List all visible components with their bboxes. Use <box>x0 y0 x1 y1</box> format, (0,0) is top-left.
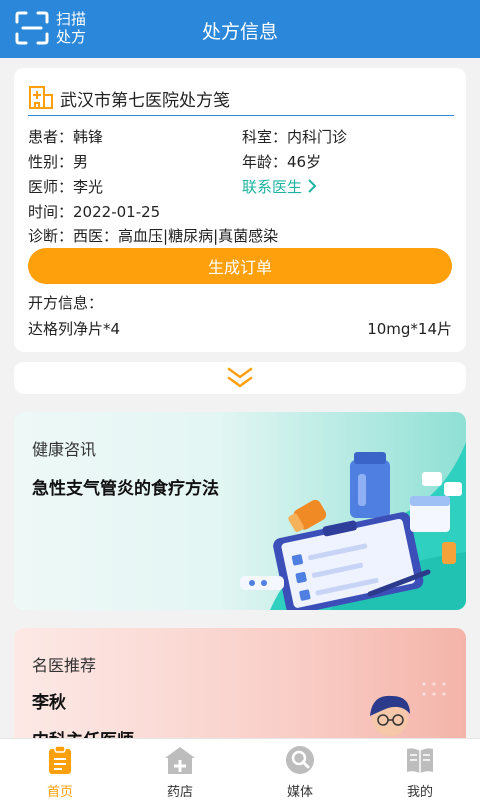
gender-value: 男 <box>73 153 89 171</box>
page-title: 处方信息 <box>201 21 278 43</box>
prescription-card: 武汉市第七医院处方笺 患者：韩锋 科室：内科门诊 性别：男 年龄：46岁 医师：… <box>14 68 466 352</box>
time-label: 时间： <box>28 203 74 221</box>
patient-row: 患者：韩锋 <box>28 126 103 147</box>
doctor-row: 医师：李光 <box>28 176 103 197</box>
health-news-card[interactable]: 健康咨讯 急性支气管炎的食疗方法 <box>14 412 466 610</box>
bottom-nav: 首页 药店 媒体 我的 <box>0 738 480 800</box>
gender-label: 性别： <box>28 153 74 171</box>
gender-row: 性别：男 <box>28 151 88 172</box>
divider <box>28 115 454 116</box>
double-chevron-down-icon <box>227 367 253 388</box>
age-row: 年龄：46岁 <box>242 151 321 172</box>
diagnosis-label: 诊断： <box>28 227 74 245</box>
expand-toggle[interactable] <box>14 362 466 394</box>
contact-doctor-link[interactable]: 联系医生 <box>242 176 317 197</box>
doctor-value: 李光 <box>73 178 104 196</box>
doctor-recommend-label: 名医推荐 <box>32 656 97 675</box>
department-label: 科室： <box>242 128 288 146</box>
drug-spec: 10mg*14片 <box>367 320 452 338</box>
rx-info-label: 开方信息： <box>28 294 104 312</box>
app-header: 扫描处方 处方信息 <box>0 0 480 58</box>
patient-value: 韩锋 <box>73 128 104 146</box>
time-row: 时间：2022-01-25 <box>28 201 160 222</box>
nav-label-media: 媒体 <box>286 785 313 800</box>
doctor-label: 医师： <box>28 178 74 196</box>
clipboard-icon <box>49 745 71 774</box>
nav-item-pharmacy[interactable]: 药店 <box>140 745 220 800</box>
nav-label-home: 首页 <box>46 785 73 800</box>
chevron-right-icon <box>308 179 317 193</box>
medical-clipboard-illustration <box>240 442 466 610</box>
health-news-title: 急性支气管炎的食疗方法 <box>32 479 219 499</box>
patient-label: 患者： <box>28 128 74 146</box>
pharmacy-icon <box>165 747 195 774</box>
age-label: 年龄： <box>242 153 288 171</box>
generate-order-button[interactable]: 生成订单 <box>28 248 452 284</box>
search-icon <box>286 746 314 774</box>
nav-label-mine: 我的 <box>406 785 433 800</box>
diagnosis-value: 西医：高血压|糖尿病|真菌感染 <box>73 227 279 245</box>
health-news-label: 健康咨讯 <box>32 440 97 459</box>
age-value: 46岁 <box>287 153 322 171</box>
book-icon <box>407 748 433 773</box>
nav-label-pharmacy: 药店 <box>166 785 193 800</box>
hospital-icon <box>29 86 53 109</box>
nav-item-home[interactable]: 首页 <box>20 745 100 800</box>
department-row: 科室：内科门诊 <box>242 126 347 147</box>
nav-item-media[interactable]: 媒体 <box>260 745 340 800</box>
time-value: 2022-01-25 <box>73 203 161 221</box>
hospital-name: 武汉市第七医院处方笺 <box>60 91 230 111</box>
doctor-name: 李秋 <box>32 693 66 713</box>
contact-doctor-label: 联系医生 <box>242 178 303 196</box>
nav-item-mine[interactable]: 我的 <box>380 745 460 800</box>
department-value: 内科门诊 <box>287 128 348 146</box>
drug-name: 达格列净片*4 <box>28 320 121 338</box>
diagnosis-row: 诊断：西医：高血压|糖尿病|真菌感染 <box>28 225 278 246</box>
